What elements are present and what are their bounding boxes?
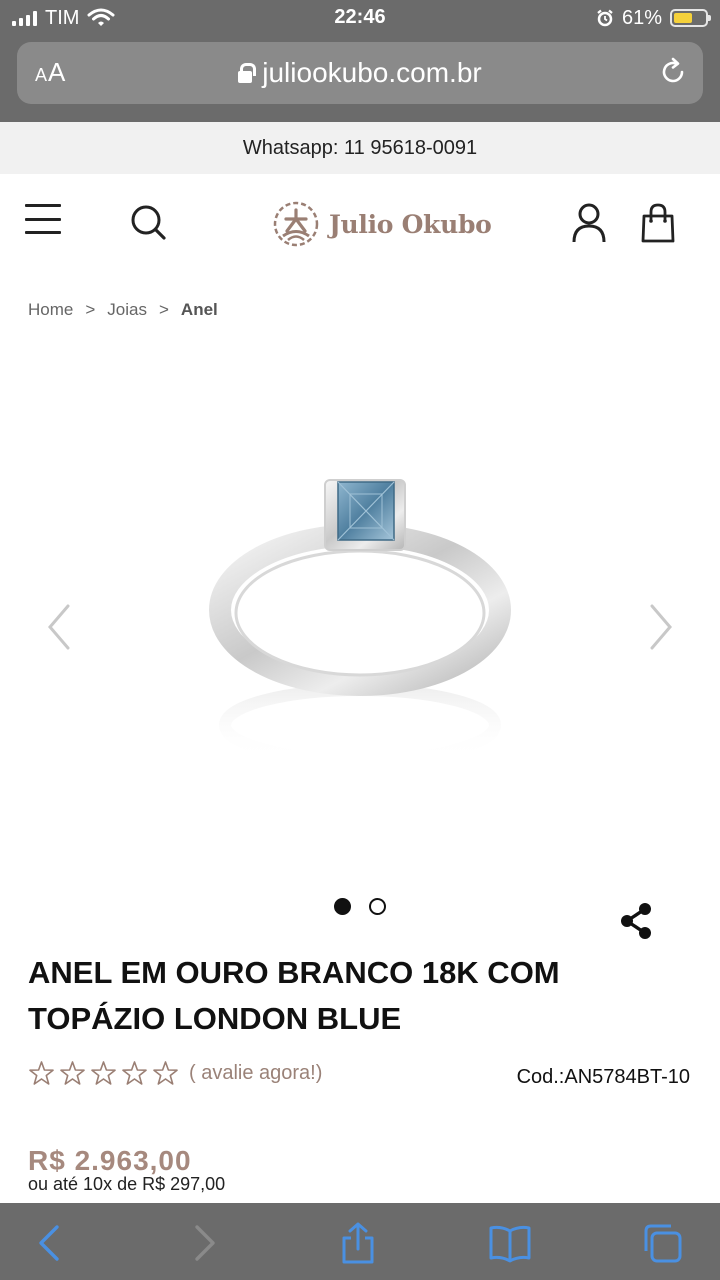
url-field[interactable]: AA juliookubo.com.br [17, 42, 703, 104]
site-logo[interactable]: Julio Okubo [273, 200, 492, 248]
browser-address-bar: AA juliookubo.com.br [0, 36, 720, 122]
breadcrumb-joias[interactable]: Joias [107, 300, 147, 320]
product-rating: ( avalie agora!) [28, 1060, 322, 1087]
share-sheet-icon[interactable] [336, 1221, 380, 1265]
share-icon[interactable] [618, 902, 654, 940]
rating-stars[interactable] [28, 1060, 179, 1087]
product-title-line-1: ANEL EM OURO BRANCO 18K COM [28, 955, 560, 990]
shopping-bag-icon[interactable] [640, 202, 676, 244]
product-title-line-2: TOPÁZIO LONDON BLUE [28, 1001, 402, 1036]
breadcrumb: Home > Joias > Anel [28, 300, 218, 320]
star-icon[interactable] [121, 1060, 148, 1087]
product-code: Cod.:AN5784BT-10 [516, 1066, 690, 1088]
gallery-dot[interactable] [369, 898, 386, 915]
gallery-next-arrow-icon[interactable] [646, 602, 676, 652]
star-icon[interactable] [152, 1060, 179, 1087]
site-header: Julio Okubo [0, 174, 720, 274]
lock-icon [238, 63, 257, 83]
url-text: juliookubo.com.br [262, 57, 482, 88]
bookmarks-icon[interactable] [488, 1221, 532, 1265]
browser-toolbar [0, 1203, 720, 1280]
url-display[interactable]: juliookubo.com.br [17, 42, 703, 104]
tabs-icon[interactable] [640, 1221, 684, 1265]
battery-percent: 61% [621, 6, 662, 29]
breadcrumb-separator: > [158, 300, 169, 319]
gallery-dot[interactable] [334, 898, 351, 915]
status-right: 61% [596, 6, 711, 30]
product-image [209, 479, 511, 766]
logo-text: Julio Okubo [329, 209, 492, 239]
product-title: ANEL EM OURO BRANCO 18K COM TOPÁZIO LOND… [28, 950, 668, 1042]
reload-icon[interactable] [657, 56, 689, 88]
breadcrumb-separator: > [85, 300, 96, 319]
whatsapp-text: Whatsapp: 11 95618-0091 [242, 136, 478, 159]
forward-icon[interactable] [182, 1221, 226, 1265]
breadcrumb-home[interactable]: Home [28, 300, 73, 320]
star-icon[interactable] [28, 1060, 55, 1087]
battery-icon [670, 9, 711, 27]
breadcrumb-current: Anel [180, 300, 218, 319]
installments-text: ou até 10x de R$ 297,00 [28, 1174, 226, 1194]
search-icon[interactable] [128, 202, 168, 242]
product-price: R$ 2.963,00 [28, 1145, 192, 1176]
logo-mark-icon [273, 201, 319, 247]
star-icon[interactable] [90, 1060, 117, 1087]
gallery-prev-arrow-icon[interactable] [44, 602, 74, 652]
battery-level [674, 13, 692, 23]
gallery-dots [0, 898, 720, 915]
product-gallery[interactable] [0, 340, 720, 870]
account-icon[interactable] [570, 202, 608, 244]
back-icon[interactable] [28, 1221, 72, 1265]
rate-now-link[interactable]: ( avalie agora!) [189, 1062, 322, 1085]
status-bar: TIM 22:46 61% [0, 0, 720, 36]
alarm-icon [597, 9, 613, 27]
menu-icon[interactable] [25, 204, 61, 234]
star-icon[interactable] [59, 1060, 86, 1087]
whatsapp-promo-bar[interactable]: Whatsapp: 11 95618-0091 [0, 122, 720, 174]
